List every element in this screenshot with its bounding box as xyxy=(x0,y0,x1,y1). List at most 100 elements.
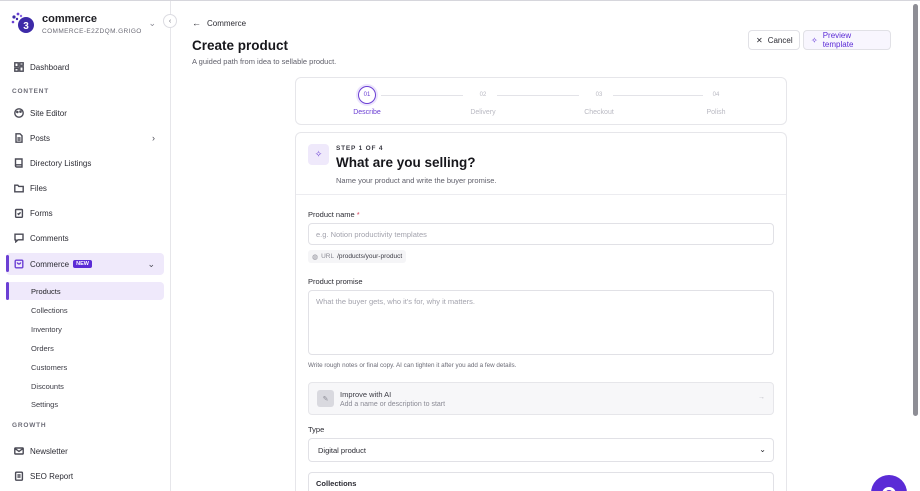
step-describe[interactable]: 01 Describe xyxy=(332,86,402,116)
sidebar-item-label: SEO Report xyxy=(30,471,74,481)
step-checkout[interactable]: 03 Checkout xyxy=(564,86,634,116)
comment-icon xyxy=(14,233,24,243)
sidebar-subitem-products[interactable]: Products xyxy=(6,282,164,300)
page-title: Create product xyxy=(192,38,289,53)
back-link[interactable]: ← Commerce xyxy=(192,18,246,28)
sidebar-item-seo-report[interactable]: SEO Report xyxy=(6,465,164,487)
workspace-name: commerce xyxy=(42,13,98,25)
workspace-switcher[interactable]: 3 commerce COMMERCE-E2ZDQM.GRIGO... ⌄ xyxy=(10,9,160,39)
sparkles-icon: ✧ xyxy=(308,144,329,165)
sidebar-item-files[interactable]: Files xyxy=(6,177,164,199)
preview-template-button[interactable]: ✧ Preview template xyxy=(803,30,891,50)
product-name-input[interactable] xyxy=(308,223,774,245)
arrow-left-icon: ← xyxy=(192,18,201,28)
sidebar-item-posts[interactable]: Posts › xyxy=(6,127,164,149)
sidebar-item-label: Forms xyxy=(30,208,53,218)
page-scrollbar[interactable] xyxy=(913,4,918,416)
chevron-down-icon: ⌄ xyxy=(148,18,156,28)
step-label: Delivery xyxy=(470,109,496,116)
collapse-sidebar-button[interactable]: ‹ xyxy=(163,14,177,28)
mail-icon xyxy=(14,447,24,455)
sidebar-item-directory-listings[interactable]: Directory Listings xyxy=(6,152,164,174)
workspace-logo-icon: 3 xyxy=(10,11,36,37)
collections-label: Collections xyxy=(316,479,357,488)
new-badge: NEW xyxy=(73,260,92,268)
type-label: Type xyxy=(308,425,325,434)
stepper: 01 Describe 02 Delivery 03 Checkout 04 P… xyxy=(295,77,787,125)
shopping-bag-icon xyxy=(14,259,24,269)
step-label: Describe xyxy=(353,109,381,116)
step-label: Polish xyxy=(706,109,726,116)
sidebar-subitem-inventory[interactable]: Inventory xyxy=(6,320,164,338)
type-select-value: Digital product xyxy=(318,445,366,455)
report-icon xyxy=(14,471,24,481)
url-path: /products/your-product xyxy=(337,253,403,260)
product-promise-label: Product promise xyxy=(308,277,363,286)
type-select[interactable]: Digital product ⌄ xyxy=(308,438,774,462)
sidebar-subitem-orders[interactable]: Orders xyxy=(6,339,164,357)
book-icon xyxy=(14,158,23,168)
wand-icon: ✎ xyxy=(317,390,334,407)
sidebar-subitem-discounts[interactable]: Discounts xyxy=(6,377,164,395)
close-icon: ✕ xyxy=(756,35,763,45)
sidebar-subitem-customers[interactable]: Customers xyxy=(6,358,164,376)
cancel-button[interactable]: ✕ Cancel xyxy=(748,30,800,50)
arrow-right-icon: → xyxy=(758,394,765,401)
step-label: Checkout xyxy=(584,109,614,116)
form-description: Name your product and write the buyer pr… xyxy=(336,176,497,185)
url-preview-chip: ◍ URL /products/your-product xyxy=(308,250,407,263)
cancel-button-label: Cancel xyxy=(767,35,793,45)
step-delivery[interactable]: 02 Delivery xyxy=(448,86,518,116)
product-name-label: Product name * xyxy=(308,210,360,219)
sidebar-item-dashboard[interactable]: Dashboard xyxy=(6,56,164,78)
promise-helper-text: Write rough notes or final copy. AI can … xyxy=(308,362,517,369)
sidebar-item-forms[interactable]: Forms xyxy=(6,202,164,224)
sidebar-item-label: Posts xyxy=(30,133,51,143)
sidebar-item-commerce[interactable]: Commerce NEW ⌄ xyxy=(6,253,164,275)
workspace-id: COMMERCE-E2ZDQM.GRIGO... xyxy=(42,28,142,35)
dashboard-icon xyxy=(14,62,24,72)
clipboard-icon xyxy=(14,208,24,218)
sidebar-item-label: Directory Listings xyxy=(30,158,92,168)
url-prefix: URL xyxy=(321,253,335,260)
back-link-label: Commerce xyxy=(207,18,247,28)
sidebar-item-site-editor[interactable]: Site Editor xyxy=(6,102,164,124)
product-promise-textarea[interactable] xyxy=(308,290,774,355)
sidebar-item-newsletter[interactable]: Newsletter xyxy=(6,440,164,462)
sidebar-item-label: Newsletter xyxy=(30,446,68,456)
required-marker: * xyxy=(356,210,360,219)
chevron-right-icon[interactable]: › xyxy=(152,133,155,143)
collections-box: Collections xyxy=(308,472,774,491)
chevron-down-icon: ⌄ xyxy=(759,445,766,454)
page-subtitle: A guided path from idea to sellable prod… xyxy=(192,57,337,66)
step-number: 01 xyxy=(358,86,376,104)
sparkles-icon: ✧ xyxy=(811,35,818,45)
step-kicker: STEP 1 OF 4 xyxy=(336,145,384,152)
product-form: ✧ STEP 1 OF 4 What are you selling? Name… xyxy=(295,132,787,491)
active-indicator xyxy=(6,255,9,272)
sidebar-item-label: Files xyxy=(30,183,47,193)
section-label-growth: GROWTH xyxy=(12,422,47,429)
ai-title: Improve with AI xyxy=(340,390,392,399)
palette-icon xyxy=(14,108,24,118)
sidebar-subitem-collections[interactable]: Collections xyxy=(6,301,164,319)
form-title: What are you selling? xyxy=(336,155,476,170)
sidebar-subitem-settings[interactable]: Settings xyxy=(6,395,164,413)
chevron-down-icon[interactable]: ⌄ xyxy=(147,259,155,270)
preview-button-label: Preview template xyxy=(822,31,854,49)
folder-icon xyxy=(14,184,24,193)
ai-subtitle: Add a name or description to start xyxy=(340,401,446,408)
step-number: 03 xyxy=(595,92,603,98)
svg-text:3: 3 xyxy=(23,21,29,32)
improve-with-ai-button[interactable]: ✎ Improve with AI Add a name or descript… xyxy=(308,382,774,415)
step-polish[interactable]: 04 Polish xyxy=(681,86,751,116)
globe-icon: ◍ xyxy=(312,253,319,261)
form-header: ✧ STEP 1 OF 4 What are you selling? Name… xyxy=(296,133,786,195)
sidebar-item-comments[interactable]: Comments xyxy=(6,227,164,249)
active-indicator xyxy=(6,282,9,300)
sidebar-item-label: Commerce xyxy=(30,259,70,269)
sidebar-item-label: Dashboard xyxy=(30,62,70,72)
sidebar-item-label: Comments xyxy=(30,233,69,243)
chevron-left-icon: ‹ xyxy=(168,17,172,25)
product-name-label-text: Product name xyxy=(308,210,355,219)
